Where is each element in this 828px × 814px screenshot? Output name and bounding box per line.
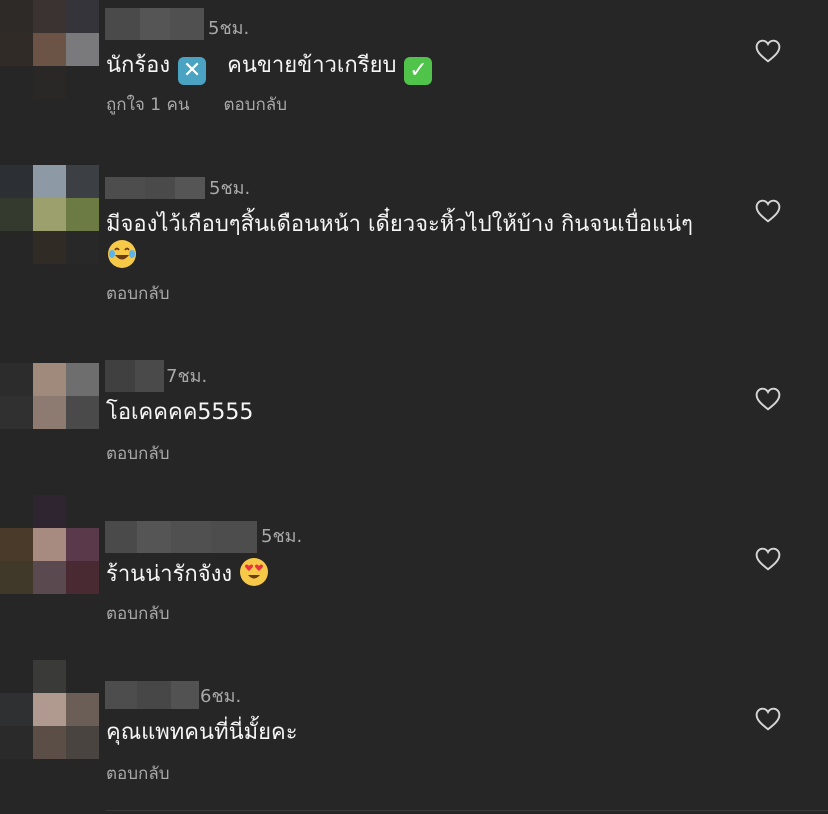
comment-time: 5ชม. <box>261 526 303 547</box>
comment-text-part: มีจองไว้เกือบๆสิ้นเดือนหน้า เดี๋ยวจะหิ้ว… <box>106 212 693 237</box>
username-redacted[interactable] <box>105 521 257 553</box>
comment-text-part: คนขายข้าวเกรียบ <box>227 53 397 78</box>
reply-button[interactable]: ตอบกลับ <box>106 443 170 465</box>
comment-meta: ตอบกลับ <box>106 443 170 465</box>
comment-text: มีจองไว้เกือบๆสิ้นเดือนหน้า เดี๋ยวจะหิ้ว… <box>106 210 726 272</box>
avatar[interactable] <box>0 363 99 462</box>
comment-time: 5ชม. <box>208 18 250 39</box>
heart-icon[interactable] <box>755 707 781 731</box>
smiling-face-with-heart-eyes-icon <box>240 558 269 586</box>
comment-text: คุณแพทคนที่นี่มั้ยคะ <box>106 720 298 745</box>
heart-icon[interactable] <box>755 387 781 411</box>
comment-text-part: ร้านน่ารักจังง <box>106 562 233 587</box>
comment-meta: ถูกใจ 1 คน ตอบกลับ <box>106 94 287 116</box>
comment-time: 7ชม. <box>166 366 208 387</box>
likes-count-link[interactable]: ถูกใจ 1 คน <box>106 94 189 116</box>
username-redacted[interactable] <box>105 681 199 709</box>
comment-meta: ตอบกลับ <box>106 603 170 625</box>
reply-button[interactable]: ตอบกลับ <box>223 94 287 116</box>
check-mark-icon: ✓ <box>404 57 433 85</box>
username-redacted[interactable] <box>105 360 164 392</box>
comment-time: 5ชม. <box>209 178 251 199</box>
avatar[interactable] <box>0 660 99 759</box>
avatar[interactable] <box>0 165 99 264</box>
heart-icon[interactable] <box>755 547 781 571</box>
face-with-tears-of-joy-icon <box>108 240 136 268</box>
reply-button[interactable]: ตอบกลับ <box>106 283 170 305</box>
cross-mark-icon: ✕ <box>178 57 207 85</box>
heart-icon[interactable] <box>755 39 781 63</box>
divider <box>106 810 828 811</box>
avatar[interactable] <box>0 495 99 594</box>
username-redacted[interactable] <box>105 177 205 199</box>
heart-icon[interactable] <box>755 199 781 223</box>
comment-meta: ตอบกลับ <box>106 283 170 305</box>
comment-text-part: นักร้อง <box>106 53 171 78</box>
comment-time: 6ชม. <box>200 686 242 707</box>
username-redacted[interactable] <box>105 8 204 40</box>
comment-meta: ตอบกลับ <box>106 763 170 785</box>
reply-button[interactable]: ตอบกลับ <box>106 763 170 785</box>
reply-button[interactable]: ตอบกลับ <box>106 603 170 625</box>
comment-text: โอเคคคค5555 <box>106 400 254 425</box>
avatar[interactable] <box>0 0 99 99</box>
comment-text: นักร้อง ✕ คนขายข้าวเกรียบ ✓ <box>106 51 726 85</box>
comment-text: ร้านน่ารักจังง <box>106 558 726 590</box>
